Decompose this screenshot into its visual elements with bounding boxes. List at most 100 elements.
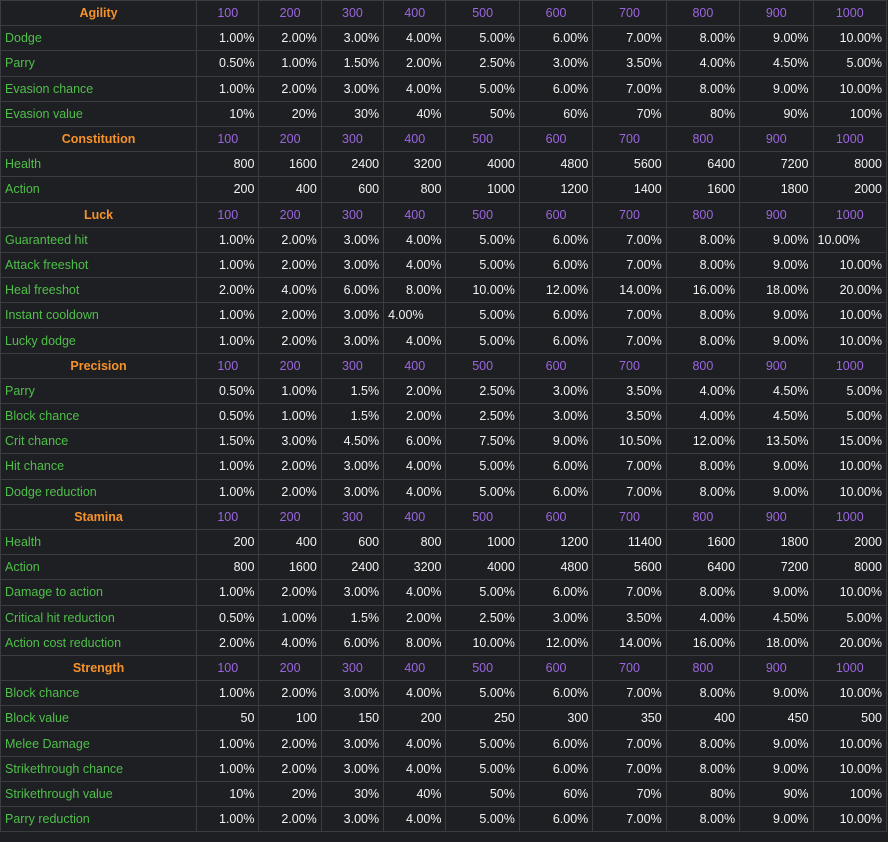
section-header-precision: Precision 100 200 300 400 500 600 700 800 900 1000: [0, 352, 887, 379]
stat-value: 6.00%: [518, 805, 594, 833]
stat-value: 800: [383, 176, 447, 203]
stat-value: 1.00%: [196, 805, 260, 833]
stat-value: 400: [258, 528, 322, 556]
stat-name: Action: [0, 554, 198, 581]
level-header: 700: [592, 201, 667, 228]
level-header: 900: [739, 503, 814, 530]
level-header: 900: [739, 0, 814, 27]
stat-value: 50%: [445, 100, 520, 127]
stat-value: 5.00%: [445, 25, 520, 52]
stat-value: 2.00%: [258, 226, 322, 253]
stat-value: 450: [739, 705, 814, 732]
stat-value: 7.00%: [592, 730, 667, 757]
level-header: 700: [592, 0, 667, 27]
stats-table: Agility 100 200 300 400 500 600 700 800 900 1000 Do…: [0, 0, 887, 833]
stat-value: 0.50%: [196, 604, 260, 631]
stat-value: 10.00%: [812, 478, 887, 505]
stat-value: 1.00%: [196, 302, 260, 329]
stat-value: 5.00%: [445, 251, 520, 279]
stat-value: 400: [258, 176, 322, 203]
stat-value: 11400: [592, 528, 667, 556]
stat-value: 3.00%: [320, 730, 385, 757]
level-header: 100: [196, 201, 260, 228]
stat-value: 4.50%: [739, 50, 814, 77]
level-header: 500: [445, 654, 520, 682]
stat-value: 6.00%: [320, 277, 385, 304]
stat-value: 6.00%: [518, 453, 594, 480]
stat-value: 3.00%: [518, 50, 594, 77]
table-row: Instant cooldown 1.00% 2.00% 3.00% 4.00% 5.00…: [0, 302, 887, 329]
table-row: Health 800 1600 2400 3200 4000 4800 5600 6400 720…: [0, 151, 887, 178]
level-header: 300: [320, 201, 385, 228]
stat-value: 6.00%: [518, 579, 594, 606]
stat-value: 2.00%: [383, 50, 447, 77]
stat-value: 1.00%: [196, 75, 260, 102]
level-header: 400: [383, 503, 447, 530]
level-header: 900: [739, 352, 814, 379]
stat-value: 1.00%: [196, 251, 260, 279]
stat-value: 4000: [445, 151, 520, 178]
stat-value: 7.00%: [592, 302, 667, 329]
level-header: 1000: [812, 503, 887, 530]
stat-value: 3.00%: [320, 579, 385, 606]
stat-value: 3.00%: [320, 251, 385, 279]
section-title: Luck: [0, 201, 198, 228]
stat-value: 10.00%: [812, 25, 887, 52]
stat-value: 5.00%: [445, 302, 520, 329]
stat-value: 5.00%: [812, 604, 887, 631]
stat-value: 80%: [665, 100, 741, 127]
stat-value: 4000: [445, 554, 520, 581]
stat-value: 10.00%: [812, 805, 887, 833]
stat-name: Critical hit reduction: [0, 604, 198, 631]
level-header: 600: [518, 201, 594, 228]
stat-value: 70%: [592, 100, 667, 127]
stat-name: Damage to action: [0, 579, 198, 606]
section-header-agility: Agility 100 200 300 400 500 600 700 800 900 1000: [0, 0, 887, 27]
stat-value: 5.00%: [445, 730, 520, 757]
stat-value: 60%: [518, 100, 594, 127]
stat-value: 3.00%: [518, 402, 594, 430]
stat-name: Action cost reduction: [0, 629, 198, 656]
stat-value: 600: [320, 528, 385, 556]
stat-value: 500: [812, 705, 887, 732]
stat-value: 3.00%: [320, 805, 385, 833]
level-header: 900: [739, 201, 814, 228]
stat-value: 18.00%: [739, 277, 814, 304]
stat-value: 2.00%: [383, 377, 447, 405]
stat-value: 1.5%: [320, 604, 385, 631]
stat-value: 1.00%: [196, 25, 260, 52]
stat-value: 8.00%: [665, 25, 741, 52]
stat-value: 5.00%: [445, 453, 520, 480]
level-header: 200: [258, 503, 322, 530]
stat-value: 1.00%: [258, 604, 322, 631]
stat-value: 2000: [812, 176, 887, 203]
level-header: 500: [445, 352, 520, 379]
stat-value: 40%: [383, 780, 447, 808]
stat-name: Evasion value: [0, 100, 198, 127]
stat-value: 4.00%: [383, 226, 447, 253]
level-header: 700: [592, 352, 667, 379]
level-header: 400: [383, 0, 447, 27]
level-header: 400: [383, 201, 447, 228]
stat-value: 12.00%: [518, 629, 594, 656]
stat-value: 70%: [592, 780, 667, 808]
stat-value: 6.00%: [518, 226, 594, 253]
stat-value: 1.5%: [320, 402, 385, 430]
stat-value: 3.00%: [320, 327, 385, 354]
level-header: 100: [196, 125, 260, 153]
stat-value: 4.50%: [739, 604, 814, 631]
stat-value: 6.00%: [320, 629, 385, 656]
level-header: 500: [445, 503, 520, 530]
level-header: 1000: [812, 201, 887, 228]
table-row: Lucky dodge 1.00% 2.00% 3.00% 4.00% 5.00% 6.00…: [0, 327, 887, 354]
stat-value: 800: [383, 528, 447, 556]
level-header: 500: [445, 201, 520, 228]
level-header: 200: [258, 352, 322, 379]
table-row: Strikethrough chance 1.00% 2.00% 3.00% 4.00%…: [0, 755, 887, 782]
stat-value: 0.50%: [196, 377, 260, 405]
stat-value: 2.50%: [445, 377, 520, 405]
stat-value: 20%: [258, 100, 322, 127]
stat-value: 60%: [518, 780, 594, 808]
table-row: Health 200 400 600 800 1000 1200 11400 1600 1800 2…: [0, 528, 887, 556]
table-row: Evasion value 10% 20% 30% 40% 50% 60% 70% 80% 90%…: [0, 100, 887, 127]
